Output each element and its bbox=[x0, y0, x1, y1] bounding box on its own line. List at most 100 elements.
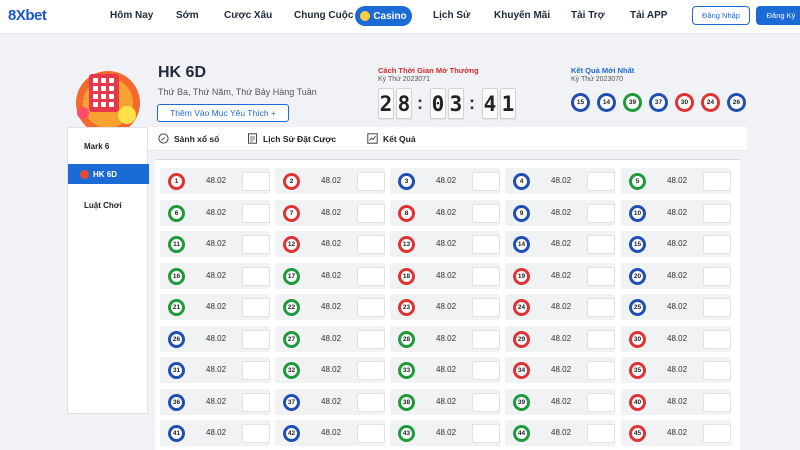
bet-cell[interactable]: 37 48.02 bbox=[275, 388, 385, 415]
stake-input[interactable] bbox=[472, 235, 500, 254]
bet-cell[interactable]: 41 48.02 bbox=[160, 420, 270, 446]
stake-input[interactable] bbox=[357, 203, 385, 223]
bet-cell[interactable]: 30 48.02 bbox=[621, 325, 731, 352]
stake-input[interactable] bbox=[587, 266, 615, 286]
bet-cell[interactable]: 10 48.02 bbox=[621, 199, 731, 226]
bet-cell[interactable]: 42 48.02 bbox=[275, 420, 385, 446]
bet-cell[interactable]: 31 48.02 bbox=[160, 357, 270, 383]
bet-cell[interactable]: 5 48.02 bbox=[621, 168, 731, 194]
stake-input[interactable] bbox=[472, 298, 500, 317]
nav-item-parlay[interactable]: Cược Xâu bbox=[224, 10, 272, 21]
bet-cell[interactable]: 2 48.02 bbox=[275, 168, 385, 194]
brand-logo[interactable]: 8Xbet bbox=[8, 7, 47, 24]
bet-cell[interactable]: 38 48.02 bbox=[390, 388, 500, 415]
bet-cell[interactable]: 4 48.02 bbox=[505, 168, 615, 194]
bet-cell[interactable]: 6 48.02 bbox=[160, 199, 270, 226]
stake-input[interactable] bbox=[472, 172, 500, 191]
stake-input[interactable] bbox=[472, 392, 500, 412]
stake-input[interactable] bbox=[703, 329, 731, 349]
stake-input[interactable] bbox=[357, 424, 385, 443]
stake-input[interactable] bbox=[703, 298, 731, 317]
stake-input[interactable] bbox=[472, 203, 500, 223]
bet-cell[interactable]: 11 48.02 bbox=[160, 231, 270, 257]
stake-input[interactable] bbox=[357, 235, 385, 254]
stake-input[interactable] bbox=[242, 235, 270, 254]
bet-cell[interactable]: 8 48.02 bbox=[390, 199, 500, 226]
bet-cell[interactable]: 13 48.02 bbox=[390, 231, 500, 257]
stake-input[interactable] bbox=[587, 424, 615, 443]
stake-input[interactable] bbox=[472, 361, 500, 380]
sidebar-item-mark6[interactable]: Mark 6 bbox=[68, 136, 149, 156]
bet-cell[interactable]: 36 48.02 bbox=[160, 388, 270, 415]
stake-input[interactable] bbox=[703, 361, 731, 380]
stake-input[interactable] bbox=[472, 266, 500, 286]
bet-cell[interactable]: 27 48.02 bbox=[275, 325, 385, 352]
stake-input[interactable] bbox=[242, 266, 270, 286]
bet-cell[interactable]: 18 48.02 bbox=[390, 262, 500, 289]
stake-input[interactable] bbox=[357, 329, 385, 349]
stake-input[interactable] bbox=[703, 392, 731, 412]
bet-cell[interactable]: 43 48.02 bbox=[390, 420, 500, 446]
stake-input[interactable] bbox=[472, 424, 500, 443]
stake-input[interactable] bbox=[472, 329, 500, 349]
stake-input[interactable] bbox=[587, 298, 615, 317]
bet-cell[interactable]: 35 48.02 bbox=[621, 357, 731, 383]
bet-cell[interactable]: 21 48.02 bbox=[160, 294, 270, 320]
sidebar-item-hk6d[interactable]: HK 6D bbox=[68, 164, 149, 184]
stake-input[interactable] bbox=[587, 235, 615, 254]
stake-input[interactable] bbox=[242, 203, 270, 223]
stake-input[interactable] bbox=[357, 266, 385, 286]
bet-cell[interactable]: 28 48.02 bbox=[390, 325, 500, 352]
nav-item-early[interactable]: Sớm bbox=[176, 10, 199, 21]
stake-input[interactable] bbox=[357, 361, 385, 380]
nav-item-history[interactable]: Lịch Sử bbox=[433, 10, 470, 21]
nav-item-today[interactable]: Hôm Nay bbox=[110, 10, 153, 21]
nav-item-casino[interactable]: Casino bbox=[355, 6, 412, 26]
bet-cell[interactable]: 24 48.02 bbox=[505, 294, 615, 320]
stake-input[interactable] bbox=[587, 172, 615, 191]
nav-item-download-app[interactable]: Tải APP bbox=[630, 10, 667, 21]
stake-input[interactable] bbox=[703, 172, 731, 191]
stake-input[interactable] bbox=[703, 424, 731, 443]
stake-input[interactable] bbox=[242, 424, 270, 443]
sidebar-item-rules[interactable]: Luật Chơi bbox=[68, 195, 149, 215]
bet-cell[interactable]: 29 48.02 bbox=[505, 325, 615, 352]
bet-cell[interactable]: 45 48.02 bbox=[621, 420, 731, 446]
stake-input[interactable] bbox=[587, 361, 615, 380]
bet-cell[interactable]: 16 48.02 bbox=[160, 262, 270, 289]
bet-cell[interactable]: 9 48.02 bbox=[505, 199, 615, 226]
bet-cell[interactable]: 15 48.02 bbox=[621, 231, 731, 257]
bet-cell[interactable]: 22 48.02 bbox=[275, 294, 385, 320]
tab-results[interactable]: Kết Quả bbox=[367, 133, 416, 144]
stake-input[interactable] bbox=[242, 298, 270, 317]
register-button[interactable]: Đăng Ký bbox=[756, 6, 800, 25]
stake-input[interactable] bbox=[357, 298, 385, 317]
stake-input[interactable] bbox=[357, 172, 385, 191]
bet-cell[interactable]: 19 48.02 bbox=[505, 262, 615, 289]
nav-item-outright[interactable]: Chung Cuộc bbox=[294, 10, 353, 21]
stake-input[interactable] bbox=[587, 329, 615, 349]
stake-input[interactable] bbox=[242, 329, 270, 349]
bet-cell[interactable]: 26 48.02 bbox=[160, 325, 270, 352]
bet-cell[interactable]: 1 48.02 bbox=[160, 168, 270, 194]
bet-cell[interactable]: 20 48.02 bbox=[621, 262, 731, 289]
bet-cell[interactable]: 40 48.02 bbox=[621, 388, 731, 415]
stake-input[interactable] bbox=[357, 392, 385, 412]
add-favorite-button[interactable]: Thêm Vào Mục Yêu Thích + bbox=[157, 104, 289, 122]
bet-cell[interactable]: 44 48.02 bbox=[505, 420, 615, 446]
tab-lottery-hall[interactable]: Sảnh xổ số bbox=[158, 133, 219, 144]
bet-cell[interactable]: 3 48.02 bbox=[390, 168, 500, 194]
bet-cell[interactable]: 7 48.02 bbox=[275, 199, 385, 226]
bet-cell[interactable]: 12 48.02 bbox=[275, 231, 385, 257]
stake-input[interactable] bbox=[242, 361, 270, 380]
stake-input[interactable] bbox=[242, 392, 270, 412]
stake-input[interactable] bbox=[242, 172, 270, 191]
bet-cell[interactable]: 17 48.02 bbox=[275, 262, 385, 289]
stake-input[interactable] bbox=[703, 235, 731, 254]
login-button[interactable]: Đăng Nhập bbox=[692, 6, 750, 25]
bet-cell[interactable]: 32 48.02 bbox=[275, 357, 385, 383]
stake-input[interactable] bbox=[587, 392, 615, 412]
nav-item-sponsorship[interactable]: Tài Trợ bbox=[571, 10, 605, 21]
stake-input[interactable] bbox=[587, 203, 615, 223]
stake-input[interactable] bbox=[703, 266, 731, 286]
